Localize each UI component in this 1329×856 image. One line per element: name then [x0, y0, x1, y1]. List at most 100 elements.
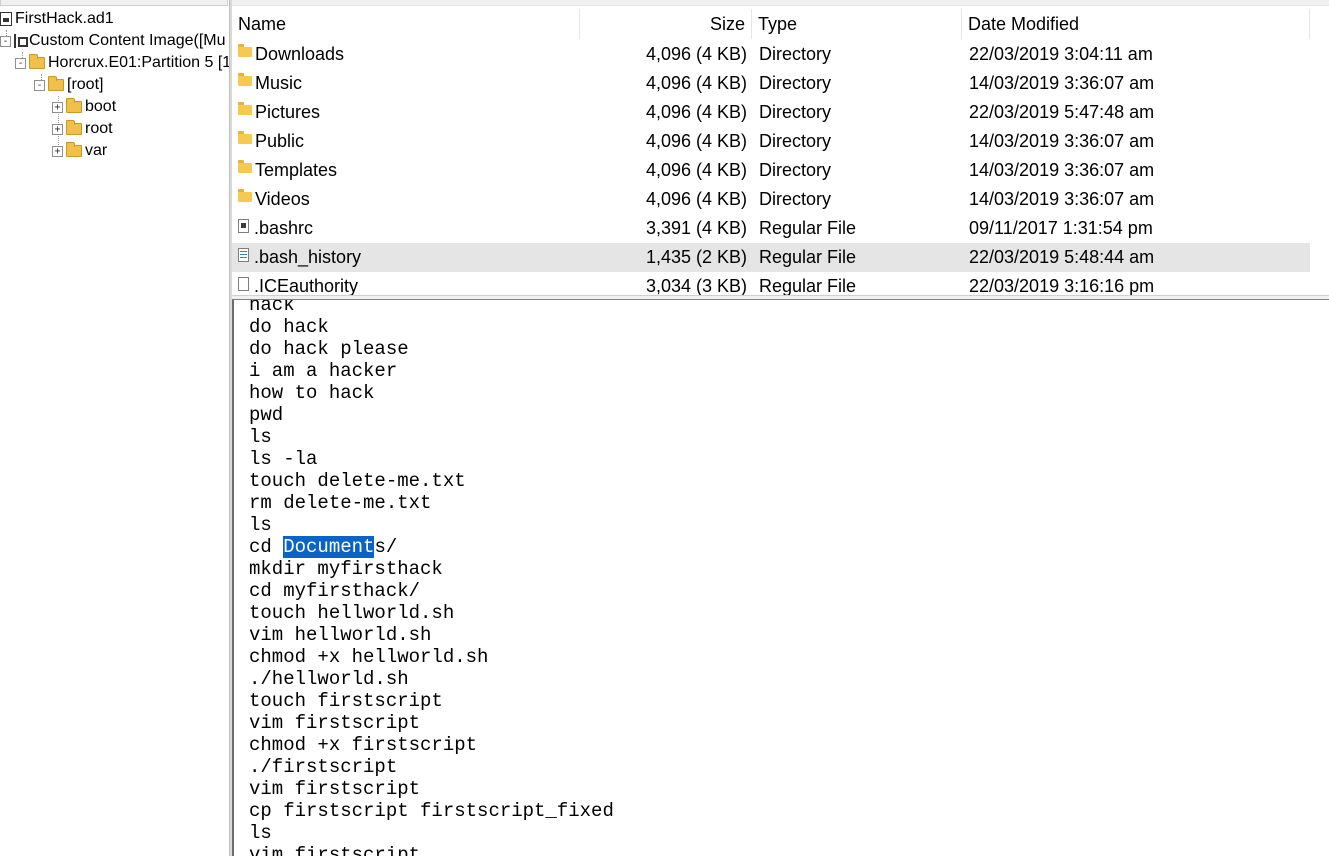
evidence-tree[interactable]: FirstHack.ad1 - Custom Content Image([Mu… [0, 0, 229, 856]
file-name: Music [255, 73, 303, 93]
tree-node-label: Horcrux.E01:Partition 5 [1 [48, 54, 229, 71]
file-name: Videos [255, 189, 310, 209]
text-line: vim firstscript [249, 712, 421, 734]
text-line: ls [249, 822, 272, 844]
file-date-modified: 22/03/2019 3:16:16 pm [969, 276, 1155, 295]
file-list[interactable]: Name Size Type Date Modified Downloads 4,… [232, 0, 1329, 295]
text-segment: s/ [374, 536, 398, 558]
file-size: 3,034 (3 KB) [645, 276, 747, 295]
file-size: 4,096 (4 KB) [645, 73, 747, 93]
file-list-top-edge [232, 0, 1329, 6]
file-type: Directory [759, 44, 832, 64]
file-size: 4,096 (4 KB) [645, 102, 747, 122]
text-file-icon [238, 247, 249, 262]
file-row[interactable]: Pictures 4,096 (4 KB) Directory 22/03/2019 … [232, 98, 1310, 127]
file-row[interactable]: Videos 4,096 (4 KB) Directory 14/03/2019 3:… [232, 185, 1310, 214]
column-header-date-modified[interactable]: Date Modified [962, 9, 1310, 39]
file-size: 4,096 (4 KB) [645, 44, 747, 64]
file-name-cell: Templates [238, 156, 578, 185]
text-line: touch firstscript [249, 690, 443, 712]
file-date-modified: 22/03/2019 3:04:11 am [969, 44, 1153, 64]
column-header-size[interactable]: Size [580, 9, 752, 39]
tree-node-firsthack[interactable]: FirstHack.ad1 [0, 8, 114, 30]
file-type: Directory [759, 131, 832, 151]
collapse-toggle[interactable]: - [34, 79, 45, 91]
text-viewer[interactable]: hack do hack do hack please i am a hacker ho… [232, 300, 1329, 856]
text-line: chmod +x firstscript [249, 734, 478, 756]
file-size: 4,096 (4 KB) [645, 189, 747, 209]
tree-node-var[interactable]: + var [52, 140, 107, 162]
file-size: 4,096 (4 KB) [645, 160, 747, 180]
file-type: Regular File [759, 247, 857, 267]
file-date-modified: 14/03/2019 3:36:07 am [969, 160, 1155, 180]
collapse-toggle[interactable]: - [15, 57, 26, 69]
file-name-cell: Music [238, 69, 578, 98]
file-date-modified: 14/03/2019 3:36:07 am [969, 73, 1155, 93]
file-type: Regular File [759, 276, 857, 295]
tree-node-label: [root] [67, 76, 104, 93]
text-line: ./firstscript [249, 756, 398, 778]
file-row[interactable]: Templates 4,096 (4 KB) Directory 14/03/2019… [232, 156, 1310, 185]
text-segment: cd [249, 536, 284, 558]
text-line: vim firstscript [249, 778, 421, 800]
blank-file-icon [238, 276, 249, 291]
file-date-modified: 14/03/2019 3:36:07 am [969, 131, 1155, 151]
tree-node-label: FirstHack.ad1 [15, 10, 114, 27]
tree-node-label: var [85, 142, 108, 159]
expand-toggle[interactable]: + [52, 101, 63, 113]
file-row[interactable]: Music 4,096 (4 KB) Directory 14/03/2019 3:3… [232, 69, 1310, 98]
folder-icon [238, 188, 252, 202]
folder-icon [66, 120, 82, 135]
file-name-cell: .bash_history [238, 243, 578, 272]
file-name-cell: Pictures [238, 98, 578, 127]
folder-icon [238, 130, 252, 144]
file-name: .bash_history [254, 247, 362, 267]
tree-node-label: Custom Content Image([Mu [29, 32, 226, 49]
folder-icon [238, 72, 252, 86]
text-line: pwd [249, 404, 284, 426]
file-row[interactable]: .ICEauthority 3,034 (3 KB) Regular File 22/… [232, 272, 1310, 295]
text-line: cd myfirsthack/ [249, 580, 421, 602]
file-size: 4,096 (4 KB) [645, 131, 747, 151]
text-line: how to hack [249, 382, 375, 404]
tree-node-boot[interactable]: + boot [52, 96, 116, 118]
file-row[interactable]: Downloads 4,096 (4 KB) Directory 22/03/2019… [232, 40, 1310, 69]
tree-node-partition[interactable]: - Horcrux.E01:Partition 5 [1 [15, 52, 229, 74]
expand-toggle[interactable]: + [52, 145, 63, 157]
text-line: i am a hacker [249, 360, 398, 382]
file-name-cell: .bashrc [238, 214, 578, 243]
text-line: do hack [249, 316, 329, 338]
file-size: 1,435 (2 KB) [645, 247, 747, 267]
file-type: Regular File [759, 218, 857, 238]
text-line: do hack please [249, 338, 409, 360]
tree-node-root[interactable]: + root [52, 118, 113, 140]
file-name-cell: Public [238, 127, 578, 156]
column-header-name[interactable]: Name [232, 9, 580, 39]
collapse-toggle[interactable]: - [0, 35, 11, 47]
column-header-type[interactable]: Type [752, 9, 962, 39]
text-selection[interactable]: Document [283, 536, 375, 558]
text-line: cd Documents/ [249, 536, 397, 558]
file-name: Pictures [255, 102, 321, 122]
file-date-modified: 09/11/2017 1:31:54 pm [969, 218, 1153, 238]
file-row[interactable]: Public 4,096 (4 KB) Directory 14/03/2019 3:… [232, 127, 1310, 156]
tree-node-label: root [85, 120, 113, 137]
folder-icon [238, 159, 252, 173]
file-row[interactable]: .bashrc 3,391 (4 KB) Regular File 09/11/201… [232, 214, 1310, 243]
file-size: 3,391 (4 KB) [645, 218, 747, 238]
file-type: Directory [759, 102, 832, 122]
tree-node-root-dir[interactable]: - [root] [34, 74, 103, 96]
file-date-modified: 22/03/2019 5:47:48 am [969, 102, 1155, 122]
file-type: Directory [759, 160, 832, 180]
file-row[interactable]: .bash_history 1,435 (2 KB) Regular File 22/… [232, 243, 1310, 272]
file-icon [238, 218, 249, 233]
text-line: vim firstscript [249, 844, 421, 856]
file-name: Public [255, 131, 305, 151]
file-type: Directory [759, 189, 832, 209]
text-line: ls [249, 514, 272, 536]
text-line: vim hellworld.sh [249, 624, 432, 646]
tree-node-custom-content-image[interactable]: - Custom Content Image([Mu [0, 30, 226, 52]
expand-toggle[interactable]: + [52, 123, 63, 135]
text-line: mkdir myfirsthack [249, 558, 443, 580]
file-name: Downloads [255, 44, 345, 64]
